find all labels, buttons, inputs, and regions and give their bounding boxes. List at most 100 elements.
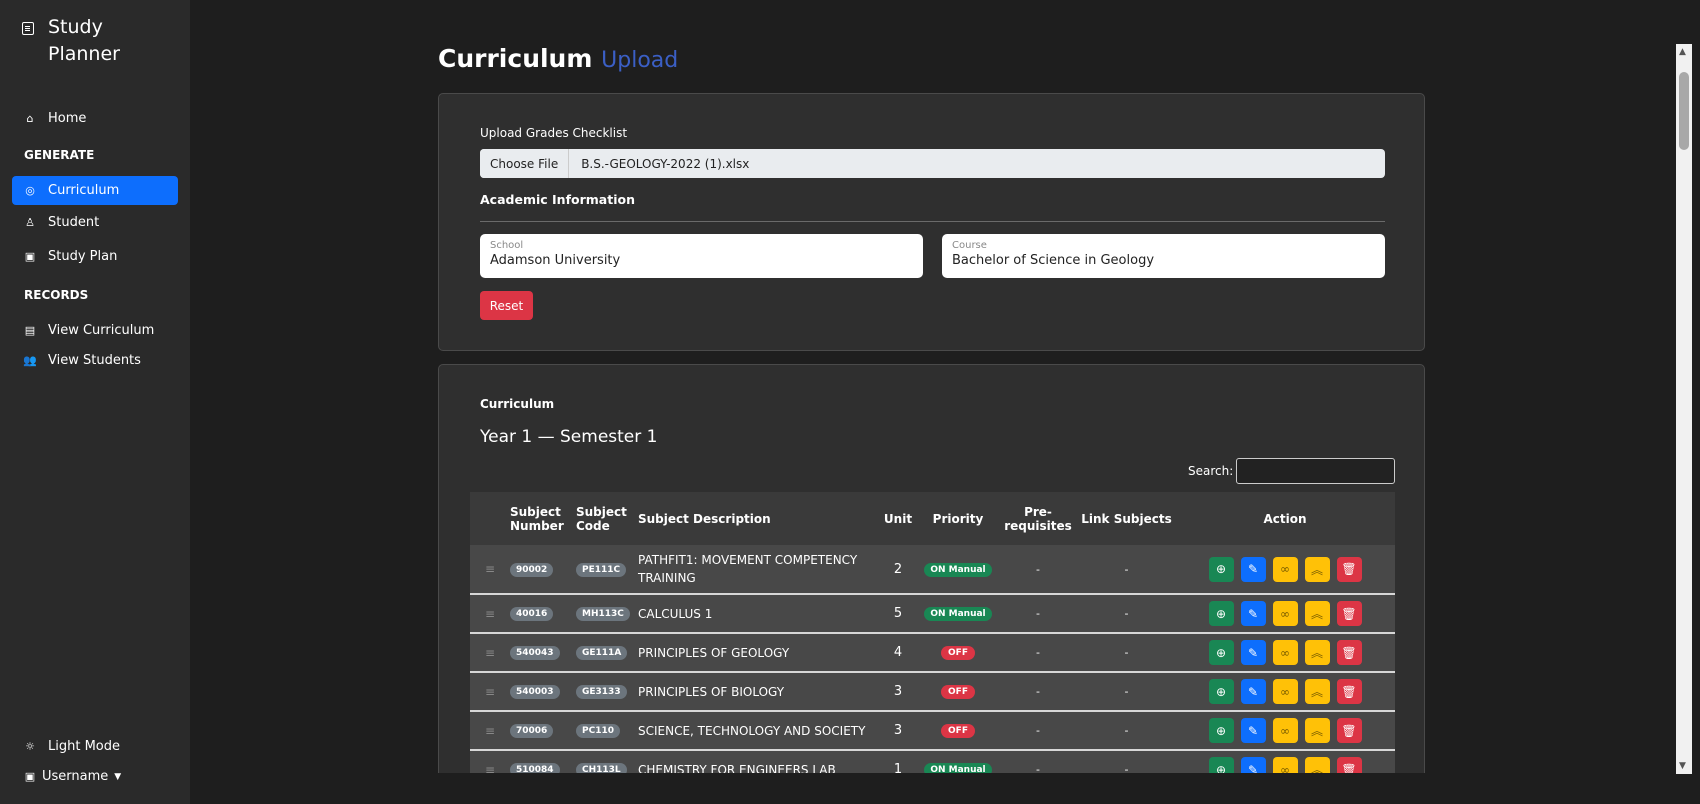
unit-value: 3 [893, 723, 903, 738]
col-prerequisites[interactable]: Pre-requisites [998, 492, 1078, 545]
drag-handle-icon[interactable]: ≡ [470, 672, 510, 711]
curriculum-card: Curriculum Year 1 — Semester 1 Search: S… [438, 364, 1425, 773]
curriculum-heading: Curriculum [480, 397, 555, 411]
drag-handle-icon[interactable]: ≡ [470, 750, 510, 774]
scroll-down-arrow[interactable]: ▼ [1679, 761, 1686, 771]
subject-number-cell: 540043 [510, 633, 576, 672]
unit-value: 5 [893, 606, 903, 621]
page-title-accent: Upload [601, 48, 679, 73]
col-link-subjects[interactable]: Link Subjects [1078, 492, 1175, 545]
prerequisites-value: - [1036, 562, 1040, 576]
subject-number-cell: 70006 [510, 711, 576, 750]
link-subjects-value: - [1124, 685, 1129, 698]
trash-icon[interactable]: 🗑 [1336, 601, 1362, 626]
link-icon[interactable]: ∞ [1272, 640, 1298, 665]
drag-handle-icon[interactable]: ≡ [470, 633, 510, 672]
col-subject-code[interactable]: Subject Code [576, 492, 638, 545]
add-circle-icon[interactable]: ⊕ [1208, 556, 1234, 582]
subject-code-cell: GE111A [576, 633, 638, 672]
link-icon[interactable]: ∞ [1272, 601, 1298, 626]
edit-icon[interactable]: ✎ [1240, 601, 1266, 626]
subject-description: CALCULUS 1 [638, 606, 713, 621]
choose-file-button[interactable]: Choose File [480, 149, 570, 178]
priority-cell: ON Manual [918, 594, 998, 633]
col-subject-description[interactable]: Subject Description [638, 492, 878, 545]
table-row: ≡ 90002 PE111C PATHFIT1: MOVEMENT COMPET… [470, 545, 1395, 594]
priority-cell: ON Manual [918, 750, 998, 773]
subject-number-cell: 40016 [510, 594, 576, 633]
trash-icon[interactable]: 🗑 [1336, 757, 1362, 773]
priority-badge[interactable]: ON Manual [924, 562, 992, 577]
school-label: School [490, 240, 524, 251]
action-cell: ⊕ ✎ ∞ ︽ 🗑 [1175, 672, 1395, 711]
col-unit[interactable]: Unit [878, 492, 918, 545]
table-header-row: Subject Number Subject Code Subject Desc… [470, 492, 1395, 545]
priority-badge[interactable]: ON Manual [924, 607, 992, 621]
priority-badge[interactable]: OFF [941, 685, 975, 699]
school-field[interactable]: School Adamson University [480, 234, 923, 278]
add-circle-icon[interactable]: ⊕ [1208, 640, 1234, 665]
trash-icon[interactable]: 🗑 [1336, 679, 1362, 704]
table-row: ≡ 540003 GE3133 PRINCIPLES OF BIOLOGY 3 … [470, 672, 1395, 711]
chevron-double-up-icon[interactable]: ︽ [1304, 757, 1330, 773]
priority-badge[interactable]: ON Manual [924, 763, 992, 773]
chevron-double-up-icon[interactable]: ︽ [1304, 718, 1330, 743]
trash-icon[interactable]: 🗑 [1336, 556, 1362, 582]
course-field[interactable]: Course Bachelor of Science in Geology [942, 234, 1385, 278]
edit-icon[interactable]: ✎ [1240, 718, 1266, 743]
drag-handle-icon[interactable]: ≡ [470, 594, 510, 633]
drag-column-header [470, 492, 510, 545]
search-input[interactable] [1236, 458, 1395, 484]
prerequisites-value: - [1036, 724, 1040, 737]
link-icon[interactable]: ∞ [1272, 718, 1298, 743]
subject-description: PATHFIT1: MOVEMENT COMPETENCY TRAINING [638, 553, 858, 585]
table-row: ≡ 40016 MH113C CALCULUS 1 5 ON Manual - … [470, 594, 1395, 633]
add-circle-icon[interactable]: ⊕ [1208, 679, 1234, 704]
table-row: ≡ 70006 PC110 SCIENCE, TECHNOLOGY AND SO… [470, 711, 1395, 750]
link-icon[interactable]: ∞ [1272, 556, 1298, 582]
priority-badge[interactable]: OFF [941, 646, 975, 660]
subject-number-cell: 540003 [510, 672, 576, 711]
subject-code-badge: CH113L [576, 763, 627, 773]
link-icon[interactable]: ∞ [1272, 757, 1298, 773]
subject-number-cell: 510084 [510, 750, 576, 773]
search-label: Search: [1188, 464, 1234, 478]
scroll-up-arrow[interactable]: ▲ [1679, 47, 1686, 57]
chevron-double-up-icon[interactable]: ︽ [1304, 679, 1330, 704]
curriculum-table: Subject Number Subject Code Subject Desc… [470, 492, 1395, 773]
reset-button[interactable]: Reset [480, 291, 533, 320]
link-subjects-value: - [1124, 562, 1129, 576]
action-cell: ⊕ ✎ ∞ ︽ 🗑 [1175, 594, 1395, 633]
col-priority[interactable]: Priority [918, 492, 998, 545]
edit-icon[interactable]: ✎ [1240, 679, 1266, 704]
subject-code-badge: PE111C [576, 562, 627, 577]
file-input[interactable]: Choose File B.S.-GEOLOGY-2022 (1).xlsx [480, 149, 1385, 178]
trash-icon[interactable]: 🗑 [1336, 640, 1362, 665]
action-cell: ⊕ ✎ ∞ ︽ 🗑 [1175, 711, 1395, 750]
unit-value: 2 [893, 561, 903, 577]
add-circle-icon[interactable]: ⊕ [1208, 757, 1234, 773]
add-circle-icon[interactable]: ⊕ [1208, 718, 1234, 743]
drag-handle-icon[interactable]: ≡ [470, 545, 510, 594]
edit-icon[interactable]: ✎ [1240, 757, 1266, 773]
scrollbar-thumb[interactable] [1679, 72, 1689, 150]
drag-handle-icon[interactable]: ≡ [470, 711, 510, 750]
chevron-double-up-icon[interactable]: ︽ [1304, 601, 1330, 626]
link-icon[interactable]: ∞ [1272, 679, 1298, 704]
page-scrollbar[interactable]: ▲ ▼ [1676, 44, 1692, 774]
priority-badge[interactable]: OFF [941, 724, 975, 738]
trash-icon[interactable]: 🗑 [1336, 718, 1362, 743]
term-title: Year 1 — Semester 1 [480, 427, 658, 447]
subject-code-cell: MH113C [576, 594, 638, 633]
action-cell: ⊕ ✎ ∞ ︽ 🗑 [1175, 633, 1395, 672]
divider [480, 221, 1385, 222]
upload-card: Upload Grades Checklist Choose File B.S.… [438, 93, 1425, 351]
chevron-double-up-icon[interactable]: ︽ [1304, 556, 1330, 582]
add-circle-icon[interactable]: ⊕ [1208, 601, 1234, 626]
edit-icon[interactable]: ✎ [1240, 640, 1266, 665]
subject-number-badge: 540043 [510, 646, 560, 660]
col-subject-number[interactable]: Subject Number [510, 492, 576, 545]
chevron-double-up-icon[interactable]: ︽ [1304, 640, 1330, 665]
edit-icon[interactable]: ✎ [1240, 556, 1266, 582]
subject-code-badge: MH113C [576, 607, 630, 621]
